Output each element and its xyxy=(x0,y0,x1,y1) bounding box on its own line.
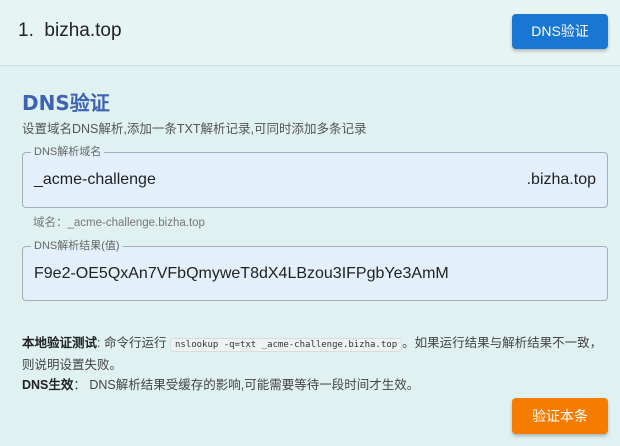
section-description: 设置域名DNS解析,添加一条TXT解析记录,可同时添加多条记录 xyxy=(22,122,367,136)
section-title: DNS验证 xyxy=(22,91,110,115)
domain-header: 1. bizha.top DNS验证 xyxy=(0,0,620,66)
dns-record-name-value[interactable]: _acme-challenge xyxy=(34,171,156,189)
local-test-label: 本地验证测试 xyxy=(22,336,98,350)
dns-record-value[interactable]: F9e2-OE5QxAn7VFbQmywеT8dX4LBzou3IFPgbYe3… xyxy=(34,265,449,283)
dns-effect-label: DNS生效 xyxy=(22,378,74,392)
verify-record-button[interactable]: 验证本条 xyxy=(512,398,608,434)
dns-record-value-field[interactable]: DNS解析结果(值) F9e2-OE5QxAn7VFbQmywеT8dX4LBz… xyxy=(22,239,608,301)
dns-record-value-legend: DNS解析结果(值) xyxy=(31,239,123,253)
dns-effect-text: ： DNS解析结果受缓存的影响,可能需要等待一段时间才生效。 xyxy=(73,378,420,392)
dns-verify-tab-button[interactable]: DNS验证 xyxy=(512,14,608,49)
domain-index: 1. xyxy=(18,20,34,41)
local-test-line: 本地验证测试: 命令行运行 nslookup -q=txt _acme-chal… xyxy=(22,333,608,375)
dns-record-name-suffix: .bizha.top xyxy=(526,171,596,188)
dns-record-name-field[interactable]: DNS解析域名 _acme-challenge .bizha.top xyxy=(22,145,608,208)
info-text: 本地验证测试: 命令行运行 nslookup -q=txt _acme-chal… xyxy=(22,333,608,395)
dns-effect-line: DNS生效： DNS解析结果受缓存的影响,可能需要等待一段时间才生效。 xyxy=(22,375,608,395)
local-test-text-before: : 命令行运行 xyxy=(97,336,167,350)
dns-record-name-hint: 域名：_acme-challenge.bizha.top xyxy=(33,217,205,229)
domain-name: bizha.top xyxy=(44,20,122,41)
domain-title: 1. bizha.top xyxy=(18,20,122,42)
nslookup-command: nslookup -q=txt _acme-challenge.bizha.to… xyxy=(169,338,403,352)
dns-record-name-legend: DNS解析域名 xyxy=(31,145,105,159)
